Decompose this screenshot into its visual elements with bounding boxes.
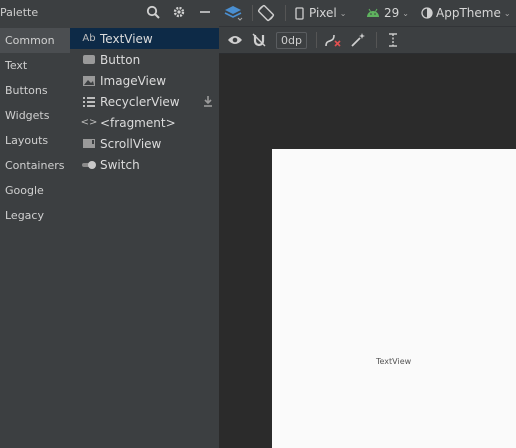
minimize-icon[interactable] xyxy=(196,3,214,21)
chevron-down-icon: ⌄ xyxy=(402,8,409,18)
rotate-icon[interactable] xyxy=(257,0,275,26)
code-brackets-icon: <> xyxy=(80,117,98,128)
magnet-off-icon[interactable] xyxy=(251,27,267,53)
component-imageview[interactable]: ImageView xyxy=(70,70,219,91)
textview-icon: Ab xyxy=(82,33,96,44)
design-toolbar: Pixel ⌄ 29 ⌄ AppTheme ⌄ xyxy=(219,0,516,26)
component-label: TextView xyxy=(100,31,153,46)
toolbar-divider xyxy=(252,5,253,21)
palette-title: Palette xyxy=(0,6,39,19)
category-label: Common xyxy=(5,34,55,47)
component-label: <fragment> xyxy=(100,115,176,130)
category-label: Legacy xyxy=(5,209,44,222)
gear-icon[interactable] xyxy=(170,3,188,21)
category-label: Buttons xyxy=(5,84,48,97)
toolbar-divider xyxy=(285,5,286,21)
component-textview[interactable]: Ab TextView xyxy=(70,28,219,49)
category-buttons[interactable]: Buttons xyxy=(0,78,70,103)
component-label: Switch xyxy=(100,157,140,172)
component-switch[interactable]: Switch xyxy=(70,154,219,175)
toolbar-divider xyxy=(376,32,377,48)
category-widgets[interactable]: Widgets xyxy=(0,103,70,128)
api-level-label: 29 xyxy=(384,6,400,20)
device-label: Pixel xyxy=(309,6,337,20)
layout-toolbar: 0dp xyxy=(219,26,516,54)
default-margin-input[interactable]: 0dp xyxy=(276,27,307,53)
android-icon xyxy=(366,8,380,18)
search-icon[interactable] xyxy=(144,3,162,21)
category-text[interactable]: Text xyxy=(0,53,70,78)
device-preview[interactable]: TextView xyxy=(272,149,516,448)
category-common[interactable]: Common xyxy=(0,28,70,53)
device-selector[interactable]: Pixel ⌄ xyxy=(295,0,346,26)
download-icon[interactable] xyxy=(202,95,214,107)
category-legacy[interactable]: Legacy xyxy=(0,203,70,228)
list-icon xyxy=(81,95,97,109)
magic-wand-icon[interactable] xyxy=(350,27,366,53)
theme-icon xyxy=(421,7,433,19)
margin-value: 0dp xyxy=(276,31,307,49)
theme-selector[interactable]: AppTheme ⌄ xyxy=(421,0,511,26)
category-label: Layouts xyxy=(5,134,49,147)
component-scrollview[interactable]: ScrollView xyxy=(70,133,219,154)
layers-icon[interactable] xyxy=(223,0,243,26)
scrollview-icon xyxy=(81,137,97,151)
preview-textview[interactable]: TextView xyxy=(376,357,411,366)
component-label: Button xyxy=(100,52,141,67)
category-layouts[interactable]: Layouts xyxy=(0,128,70,153)
guidelines-icon[interactable] xyxy=(386,27,400,53)
chevron-down-icon: ⌄ xyxy=(339,8,347,18)
palette-header: Palette xyxy=(0,0,219,26)
toolbar-divider xyxy=(316,32,317,48)
category-label: Containers xyxy=(5,159,65,172)
phone-icon xyxy=(295,6,304,20)
eye-icon[interactable] xyxy=(227,27,243,53)
button-icon xyxy=(81,53,97,67)
api-level-selector[interactable]: 29 ⌄ xyxy=(366,0,409,26)
chevron-down-icon: ⌄ xyxy=(503,8,511,18)
component-fragment[interactable]: <> <fragment> xyxy=(70,112,219,133)
category-containers[interactable]: Containers xyxy=(0,153,70,178)
category-label: Widgets xyxy=(5,109,50,122)
theme-label: AppTheme xyxy=(436,6,501,20)
palette-categories: Common Text Buttons Widgets Layouts Cont… xyxy=(0,28,70,228)
category-label: Google xyxy=(5,184,44,197)
palette-components: Ab TextView Button ImageView RecyclerVie… xyxy=(70,28,219,175)
palette-panel: Palette Common Text Buttons Widgets Layo… xyxy=(0,0,219,448)
category-label: Text xyxy=(5,59,28,72)
switch-icon xyxy=(81,158,97,172)
component-recyclerview[interactable]: RecyclerView xyxy=(70,91,219,112)
image-icon xyxy=(81,74,97,88)
clear-constraints-icon[interactable] xyxy=(324,27,342,53)
component-label: RecyclerView xyxy=(100,94,180,109)
category-google[interactable]: Google xyxy=(0,178,70,203)
component-label: ImageView xyxy=(100,73,167,88)
component-label: ScrollView xyxy=(100,136,162,151)
component-button[interactable]: Button xyxy=(70,49,219,70)
